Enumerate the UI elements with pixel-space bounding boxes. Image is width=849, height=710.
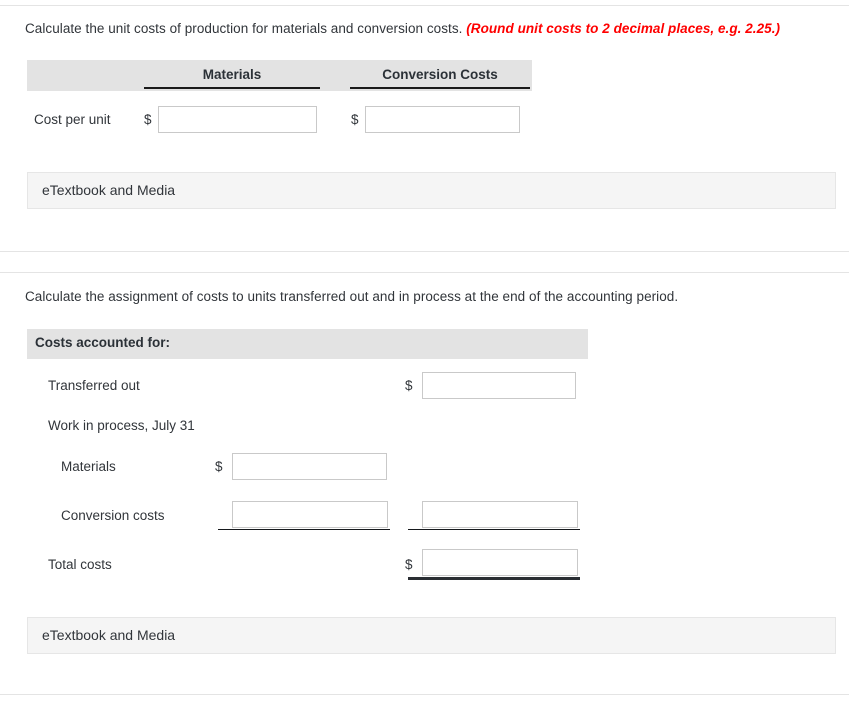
question-prompt-2: Calculate the assignment of costs to uni…	[25, 289, 678, 304]
row-label-wip-conversion-costs: Conversion costs	[61, 508, 165, 523]
currency-symbol-total-costs: $	[405, 557, 413, 572]
divider-bottom	[0, 694, 849, 695]
exercise-page: Calculate the unit costs of production f…	[0, 0, 849, 710]
column-header-conversion: Conversion Costs	[350, 67, 530, 89]
prompt-2-text: Calculate the assignment of costs to uni…	[25, 289, 679, 304]
etextbook-label-2: eTextbook and Media	[42, 627, 176, 643]
currency-symbol-materials: $	[144, 112, 152, 127]
currency-symbol-conversion: $	[351, 112, 359, 127]
row-label-cost-per-unit: Cost per unit	[34, 112, 111, 127]
prompt-1-text: Calculate the unit costs of production f…	[25, 21, 463, 36]
total-costs-input[interactable]	[422, 549, 578, 576]
currency-symbol-transferred-out: $	[405, 378, 413, 393]
etextbook-and-media-button-2[interactable]: eTextbook and Media	[27, 617, 836, 654]
etextbook-label-1: eTextbook and Media	[42, 182, 176, 198]
row-label-transferred-out: Transferred out	[48, 378, 140, 393]
divider-top	[0, 5, 849, 6]
subtotal-rule-right	[408, 529, 580, 530]
total-rule	[408, 577, 580, 580]
wip-subtotal-input[interactable]	[422, 501, 578, 528]
costs-accounted-header-label: Costs accounted for:	[35, 335, 171, 350]
row-label-wip-materials: Materials	[61, 459, 116, 474]
transferred-out-input[interactable]	[422, 372, 576, 399]
cost-per-unit-conversion-input[interactable]	[365, 106, 520, 133]
question-prompt-1: Calculate the unit costs of production f…	[25, 21, 780, 36]
wip-conversion-input[interactable]	[232, 501, 388, 528]
costs-accounted-header-band: Costs accounted for:	[27, 329, 588, 359]
currency-symbol-wip-materials: $	[215, 459, 223, 474]
column-header-materials: Materials	[144, 67, 320, 89]
rounding-hint: (Round unit costs to 2 decimal places, e…	[466, 21, 781, 36]
row-label-work-in-process: Work in process, July 31	[48, 418, 195, 433]
subtotal-rule-left	[218, 529, 390, 530]
wip-materials-input[interactable]	[232, 453, 387, 480]
etextbook-and-media-button-1[interactable]: eTextbook and Media	[27, 172, 836, 209]
divider-section-end	[0, 251, 849, 252]
row-label-total-costs: Total costs	[48, 557, 112, 572]
divider-section-start	[0, 272, 849, 273]
cost-per-unit-materials-input[interactable]	[158, 106, 317, 133]
